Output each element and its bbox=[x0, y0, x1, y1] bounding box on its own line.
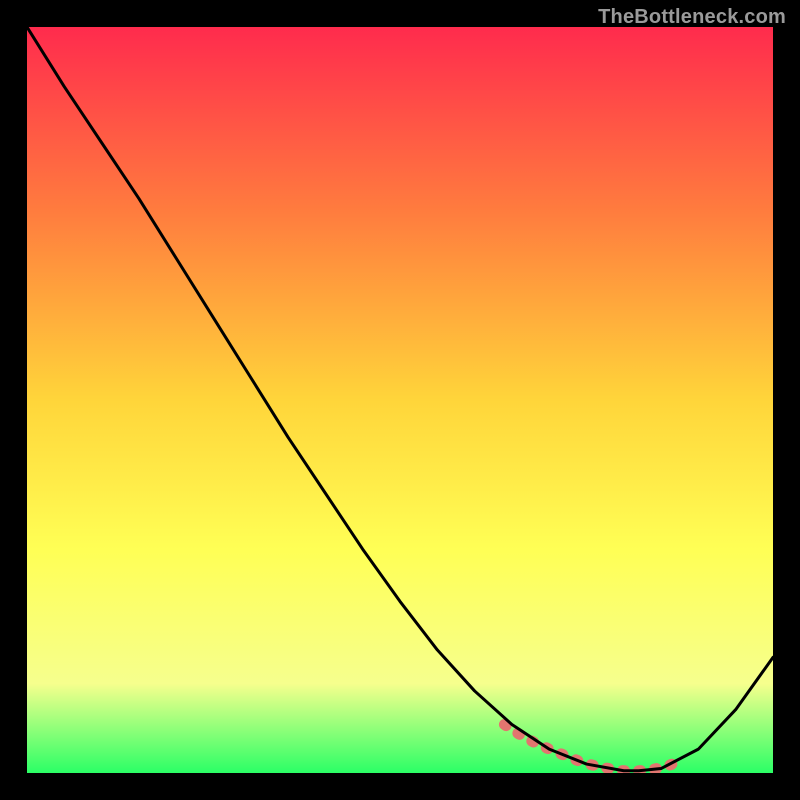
gradient-background bbox=[27, 27, 773, 773]
attribution-label: TheBottleneck.com bbox=[598, 6, 786, 29]
chart-svg bbox=[27, 27, 773, 773]
plot-area bbox=[27, 27, 773, 773]
chart-frame: TheBottleneck.com bbox=[0, 0, 800, 800]
